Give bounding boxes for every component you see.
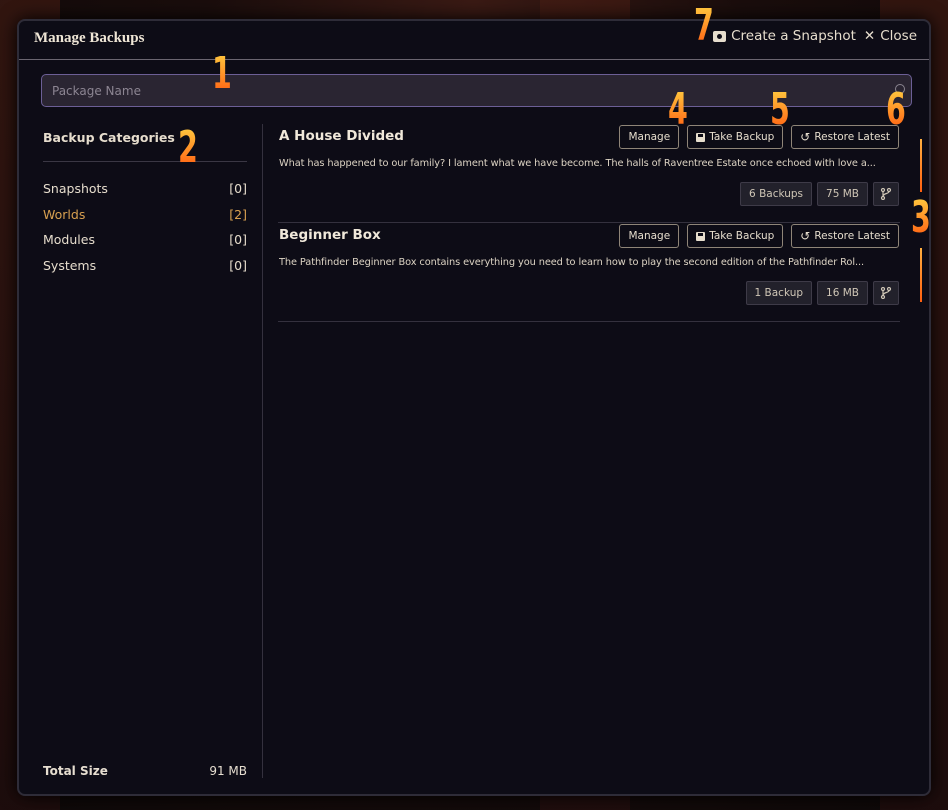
restore-latest-button[interactable]: ↺ Restore Latest [791, 224, 899, 248]
manage-label: Manage [628, 131, 671, 143]
restore-latest-button[interactable]: ↺ Restore Latest [791, 125, 899, 149]
total-size-value: 91 MB [209, 764, 247, 778]
total-size: Total Size 91 MB [43, 764, 247, 778]
category-worlds[interactable]: Worlds [2] [43, 202, 247, 228]
annotation-5: 5 [770, 84, 790, 135]
categories-heading: Backup Categories [43, 130, 175, 145]
restore-latest-label: Restore Latest [814, 230, 890, 242]
category-label: Systems [43, 257, 97, 273]
size-badge: 16 MB [817, 281, 868, 305]
annotation-bracket-top [920, 139, 922, 192]
window-title: Manage Backups [34, 30, 145, 46]
category-modules[interactable]: Modules [0] [43, 227, 247, 253]
divider [43, 161, 247, 162]
package-description: The Pathfinder Beginner Box contains eve… [279, 257, 864, 268]
manage-label: Manage [628, 230, 671, 242]
take-backup-button[interactable]: Take Backup [687, 125, 784, 149]
code-branch-icon[interactable] [873, 281, 899, 305]
vertical-divider [262, 124, 263, 778]
annotation-4: 4 [668, 84, 688, 135]
code-branch-icon[interactable] [873, 182, 899, 206]
close-label: Close [880, 28, 917, 44]
category-count: [0] [229, 257, 247, 273]
total-size-label: Total Size [43, 764, 108, 778]
annotation-7: 7 [694, 0, 714, 51]
package-title: A House Divided [279, 128, 404, 144]
annotation-1: 1 [212, 48, 232, 99]
package-description: What has happened to our family? I lamen… [279, 158, 876, 169]
category-label: Modules [43, 232, 95, 247]
save-icon [696, 132, 706, 142]
backup-categories-sidebar: Backup Categories Snapshots [0] Worlds [… [43, 121, 247, 778]
category-count: [2] [229, 206, 247, 222]
annotation-bracket-bottom [920, 248, 922, 302]
category-snapshots[interactable]: Snapshots [0] [43, 176, 247, 202]
annotation-2: 2 [178, 122, 198, 173]
close-icon: ✕ [863, 28, 876, 44]
category-count: [0] [229, 181, 247, 196]
manage-backups-window: Manage Backups Create a Snapshot ✕ Close… [17, 19, 931, 796]
take-backup-label: Take Backup [709, 131, 775, 143]
package-name-input[interactable] [42, 75, 862, 106]
save-icon [696, 231, 706, 241]
package-list: A House Divided Manage Take Backup ↺ Rest… [278, 125, 900, 323]
take-backup-label: Take Backup [709, 230, 775, 242]
restore-latest-label: Restore Latest [814, 131, 890, 143]
category-label: Worlds [43, 206, 86, 222]
camera-icon [713, 30, 727, 42]
package-item: Beginner Box Manage Take Backup ↺ Restore… [278, 224, 900, 322]
category-label: Snapshots [43, 181, 108, 196]
backup-count-badge: 1 Backup [745, 281, 813, 305]
manage-button[interactable]: Manage [619, 224, 680, 248]
annotation-6: 6 [886, 84, 906, 135]
package-item: A House Divided Manage Take Backup ↺ Rest… [278, 125, 900, 223]
create-snapshot-label: Create a Snapshot [731, 28, 856, 44]
backup-count-badge: 6 Backups [740, 182, 813, 206]
category-systems[interactable]: Systems [0] [43, 253, 247, 279]
window-header: Manage Backups Create a Snapshot ✕ Close [19, 21, 929, 60]
size-badge: 75 MB [817, 182, 868, 206]
category-count: [0] [229, 232, 247, 247]
annotation-3: 3 [911, 192, 931, 243]
undo-icon: ↺ [800, 130, 811, 144]
create-snapshot-button[interactable]: Create a Snapshot [713, 28, 856, 44]
take-backup-button[interactable]: Take Backup [687, 224, 784, 248]
undo-icon: ↺ [800, 229, 811, 243]
package-title: Beginner Box [279, 227, 381, 243]
close-button[interactable]: ✕ Close [864, 28, 917, 44]
